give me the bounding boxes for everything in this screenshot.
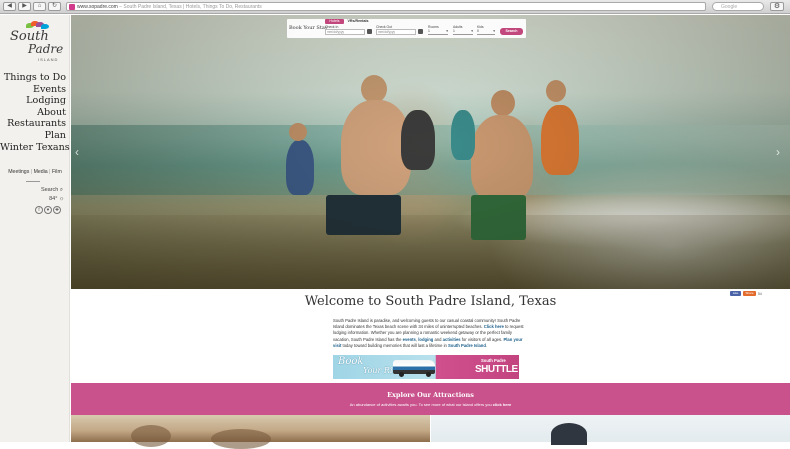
calendar-icon[interactable]: [367, 29, 372, 34]
home-icon[interactable]: ⌂: [33, 2, 46, 11]
booking-search-button[interactable]: Search: [500, 28, 523, 35]
attractions-section: Explore Our Attractions An abundance of …: [71, 383, 790, 415]
adults-select[interactable]: 1 ▾: [453, 29, 473, 35]
booking-label: Book Your Stay: [289, 25, 328, 31]
sub-link-media[interactable]: Media: [34, 169, 48, 175]
rooms-value: 1: [428, 29, 430, 33]
hero-image: ‹ ›: [71, 15, 790, 289]
page-title: Welcome to South Padre Island, Texas: [304, 294, 557, 309]
browser-toolbar: ◀ ▶ ⌂ ↻ www.sopadre.com – South Padre Is…: [0, 0, 790, 14]
divider: [26, 178, 40, 182]
welcome-text: today toward building memories that will…: [341, 342, 448, 348]
link-activities[interactable]: activities: [443, 337, 461, 342]
attraction-thumbnail[interactable]: [71, 415, 430, 449]
link-events[interactable]: events: [403, 337, 416, 342]
carousel-next-icon[interactable]: ›: [776, 145, 780, 159]
weather-widget: 84° ☼: [49, 196, 64, 202]
welcome-text: and: [433, 336, 443, 342]
nav-plan[interactable]: Plan: [0, 130, 66, 142]
attractions-text: An abundance of activities awaits you. T…: [349, 402, 493, 407]
separator: |: [30, 169, 33, 175]
url-host: www.sopadre.com: [77, 4, 118, 10]
sidebar: South Padre ISLAND Things to Do Events L…: [0, 15, 70, 442]
weather-sun-icon: ☼: [58, 196, 64, 202]
gear-icon[interactable]: ⚙: [770, 2, 784, 11]
sidebar-search[interactable]: Search ⌕: [41, 187, 63, 194]
hero-vignette: [71, 15, 790, 289]
check-out-input[interactable]: mm/dd/yyyy: [376, 29, 416, 35]
attractions-subtext: An abundance of activities awaits you. T…: [71, 402, 790, 407]
back-icon[interactable]: ◀: [3, 2, 16, 11]
calendar-icon[interactable]: [418, 29, 423, 34]
nav-winter-texans[interactable]: Winter Texans: [0, 142, 70, 154]
nav-events[interactable]: Events: [0, 84, 66, 96]
logo-island: ISLAND: [38, 57, 59, 62]
chevron-down-icon: ▾: [471, 29, 473, 33]
nav-restaurants[interactable]: Restaurants: [0, 118, 66, 130]
forward-icon[interactable]: ▶: [18, 2, 31, 11]
address-bar[interactable]: www.sopadre.com – South Padre Island, Te…: [66, 2, 706, 11]
browser-search-input[interactable]: Google: [712, 2, 764, 11]
attractions-click-here-link[interactable]: click here: [493, 402, 511, 407]
link-click-here[interactable]: Click here: [484, 324, 504, 329]
facebook-icon[interactable]: f: [35, 206, 43, 214]
banner-book: Book: [338, 356, 364, 367]
attraction-thumbnails: [71, 415, 790, 449]
chevron-down-icon: ▾: [446, 29, 448, 33]
shuttle-banner[interactable]: Book Your Ride South Padre SHUTTLE: [333, 355, 519, 379]
reload-icon[interactable]: ↻: [48, 2, 61, 11]
rooms-select[interactable]: 1 ▾: [428, 29, 448, 35]
sub-link-meetings[interactable]: Meetings: [8, 169, 29, 175]
nav-lodging[interactable]: Lodging: [0, 95, 66, 107]
link-south-padre-island[interactable]: South Padre Island: [448, 343, 486, 348]
browser-nav-buttons: ◀ ▶ ⌂ ↻: [3, 2, 61, 11]
sub-links: Meetings | Media | Film: [0, 169, 70, 175]
chevron-down-icon: ▾: [493, 29, 495, 33]
main-nav: Things to Do Events Lodging About Restau…: [0, 72, 70, 153]
tab-hotels[interactable]: Hotels: [325, 19, 344, 24]
social-links: f ♥ ✚: [35, 206, 61, 214]
favicon-icon: [69, 4, 75, 10]
pinterest-icon[interactable]: ♥: [44, 206, 52, 214]
welcome-text: .: [485, 342, 488, 348]
adults-value: 1: [453, 29, 455, 33]
logo-leaves-icon: [26, 21, 49, 29]
search-icon[interactable]: ⌕: [60, 187, 63, 193]
link-lodging[interactable]: lodging: [418, 337, 433, 342]
welcome-paragraph: South Padre Island is paradise, and welc…: [333, 318, 528, 349]
banner-shuttle: SHUTTLE: [475, 364, 518, 375]
wheel-icon: [399, 372, 404, 377]
welcome-text: for visitors of all ages.: [460, 336, 504, 342]
wheel-icon: [426, 372, 431, 377]
search-label: Search: [40, 187, 59, 193]
attraction-thumbnail[interactable]: [431, 415, 790, 445]
booking-widget: Book Your Stay Hotels VRs/Rentals Check …: [287, 19, 526, 38]
nav-about[interactable]: About: [0, 107, 66, 119]
nav-things-to-do[interactable]: Things to Do: [0, 72, 66, 84]
thumbnail-shape: [131, 425, 171, 447]
logo-padre: Padre: [28, 42, 64, 56]
separator: |: [49, 169, 51, 175]
carousel-prev-icon[interactable]: ‹: [75, 145, 79, 159]
page-title-in-url: – South Padre Island, Texas | Hotels, Th…: [117, 4, 262, 10]
sub-link-film[interactable]: Film: [52, 169, 62, 175]
temperature: 84°: [49, 196, 58, 202]
kids-value: 0: [477, 29, 479, 33]
thumbnail-shape: [211, 429, 271, 449]
kids-select[interactable]: 0 ▾: [477, 29, 495, 35]
check-in-input[interactable]: mm/dd/yyyy: [325, 29, 365, 35]
google-plus-icon[interactable]: ✚: [53, 206, 61, 214]
tab-vacation-rentals[interactable]: VRs/Rentals: [347, 19, 369, 24]
banner-south-padre: South Padre: [481, 358, 506, 363]
site-logo[interactable]: South Padre ISLAND: [8, 21, 64, 69]
attractions-heading: Explore Our Attractions: [387, 391, 474, 399]
